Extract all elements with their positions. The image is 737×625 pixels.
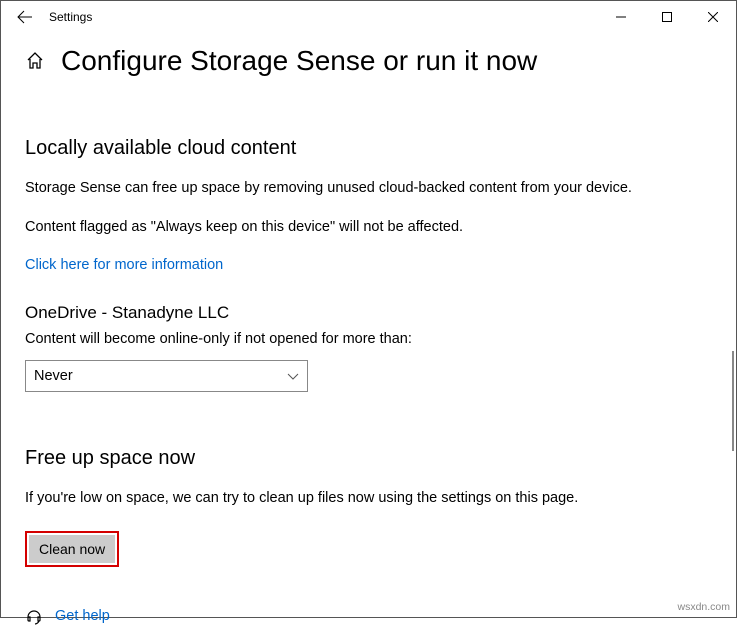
more-info-link[interactable]: Click here for more information [25, 257, 223, 273]
close-button[interactable] [690, 1, 736, 33]
chevron-down-icon [287, 370, 299, 382]
clean-now-highlight: Clean now [25, 531, 119, 567]
headset-icon [25, 607, 43, 625]
get-help-link[interactable]: Get help [55, 608, 110, 624]
freeup-heading: Free up space now [25, 447, 712, 470]
back-arrow-icon [17, 9, 33, 25]
close-icon [708, 12, 718, 22]
maximize-button[interactable] [644, 1, 690, 33]
clean-now-button[interactable]: Clean now [29, 535, 115, 563]
maximize-icon [662, 12, 672, 22]
watermark: wsxdn.com [677, 601, 730, 613]
scrollbar[interactable] [732, 351, 734, 451]
page-title: Configure Storage Sense or run it now [61, 45, 537, 77]
window-controls [598, 1, 736, 33]
home-icon[interactable] [25, 51, 45, 71]
app-title: Settings [49, 10, 92, 24]
minimize-icon [616, 12, 626, 22]
get-help-row: Get help [25, 607, 712, 625]
titlebar: Settings [1, 1, 736, 33]
onedrive-period-dropdown[interactable]: Never [25, 360, 308, 392]
back-button[interactable] [9, 1, 41, 33]
cloud-desc-2: Content flagged as "Always keep on this … [25, 217, 712, 238]
freeup-desc: If you're low on space, we can try to cl… [25, 488, 712, 509]
content-area: Configure Storage Sense or run it now Lo… [1, 33, 736, 625]
page-header: Configure Storage Sense or run it now [25, 45, 712, 77]
onedrive-heading: OneDrive - Stanadyne LLC [25, 303, 712, 323]
cloud-section-heading: Locally available cloud content [25, 137, 712, 160]
onedrive-desc: Content will become online-only if not o… [25, 329, 712, 350]
cloud-desc-1: Storage Sense can free up space by remov… [25, 178, 712, 199]
dropdown-selected-value: Never [34, 368, 73, 384]
minimize-button[interactable] [598, 1, 644, 33]
